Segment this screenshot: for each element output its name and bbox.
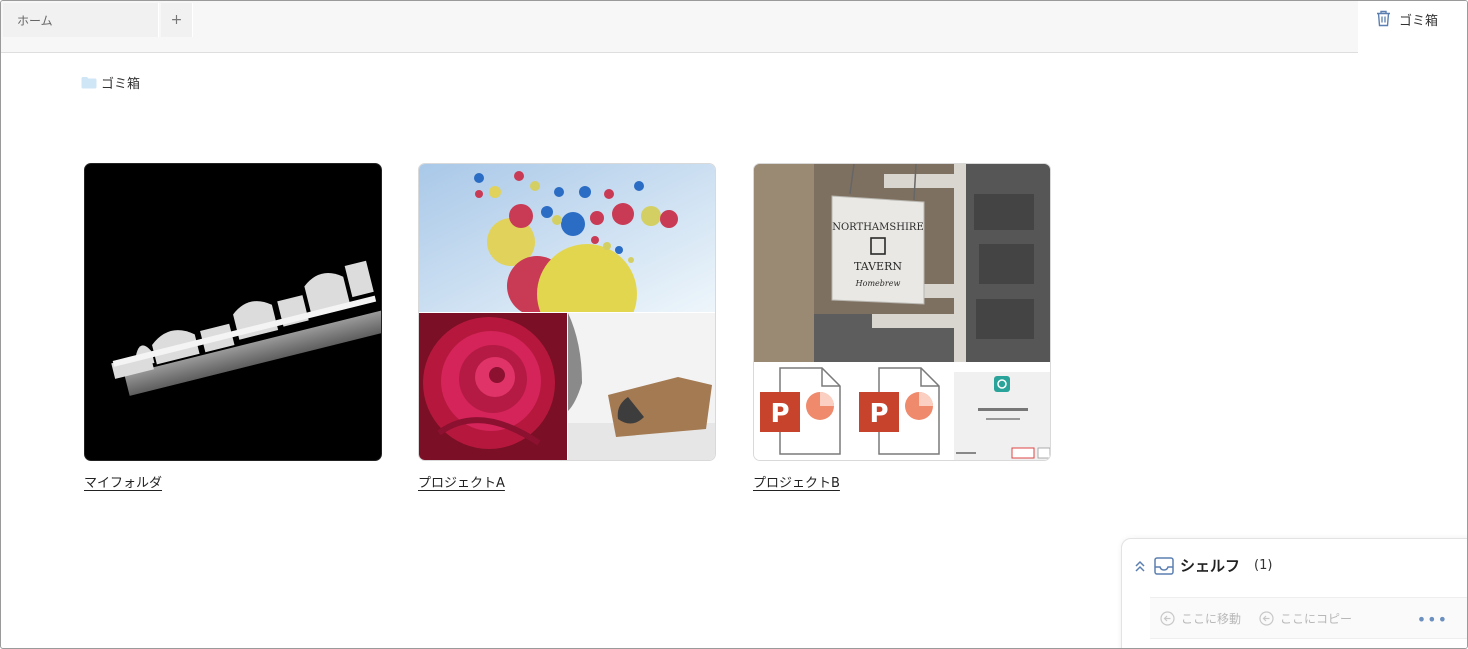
folder-name[interactable]: マイフォルダ: [84, 472, 162, 491]
folder-card-my-folder[interactable]: マイフォルダ: [84, 163, 382, 491]
app-window: ホーム + ゴミ箱 ゴミ箱 マイフォルダ プロジェクトA NORTHAMSHIR…: [0, 0, 1468, 649]
copy-here-label: ここにコピー: [1280, 611, 1353, 626]
sign-text-3: Homebrew: [855, 279, 901, 288]
folder-name[interactable]: プロジェクトA: [418, 472, 505, 491]
folder-card-project-b[interactable]: NORTHAMSHIRE TAVERN Homebrew P P プロジェクトB: [753, 163, 1051, 491]
trash-icon: [1377, 10, 1390, 27]
add-tab-button[interactable]: +: [161, 3, 193, 37]
arrow-left-circle-icon: [1259, 610, 1274, 626]
tab-home[interactable]: ホーム: [3, 3, 159, 37]
rose-image: [419, 313, 567, 460]
sign-text-1: NORTHAMSHIRE: [832, 222, 924, 233]
breadcrumb: ゴミ箱: [81, 73, 140, 92]
folder-thumbnail[interactable]: [418, 163, 716, 461]
folder-card-project-a[interactable]: プロジェクトA: [418, 163, 716, 491]
more-options-icon[interactable]: •••: [1417, 610, 1448, 629]
folder-icon: [81, 77, 97, 89]
add-tab-label: +: [170, 12, 183, 28]
move-here-label: ここに移動: [1181, 611, 1242, 626]
tab-home-label: ホーム: [17, 13, 53, 28]
tab-bar: ホーム + ゴミ箱: [1, 1, 1467, 53]
ppt-letter: P: [869, 399, 888, 429]
copy-here-button[interactable]: ここにコピー: [1259, 610, 1352, 627]
chevron-double-up-icon[interactable]: [1134, 559, 1146, 573]
move-here-button[interactable]: ここに移動: [1160, 610, 1241, 627]
powerpoint-file-icon: P: [760, 367, 841, 455]
inbox-tray-icon: [1154, 556, 1174, 575]
tab-trash-label: ゴミ箱: [1399, 14, 1439, 29]
powerpoint-file-icon: P: [859, 367, 940, 455]
balloons-image: [419, 164, 715, 312]
folder-thumbnail[interactable]: NORTHAMSHIRE TAVERN Homebrew P P: [753, 163, 1051, 461]
shelf-actions: ここに移動 ここにコピー •••: [1150, 597, 1467, 639]
sign-text-2: TAVERN: [854, 260, 902, 273]
dialog-screenshot-image: [954, 372, 1050, 460]
shelf-header[interactable]: シェルフ (1): [1134, 555, 1272, 576]
arrow-left-circle-icon: [1160, 610, 1175, 626]
tavern-sign-image: NORTHAMSHIRE TAVERN Homebrew: [754, 164, 1050, 362]
3d-text-image: [111, 260, 381, 396]
breadcrumb-label[interactable]: ゴミ箱: [101, 73, 140, 92]
folder-name[interactable]: プロジェクトB: [753, 472, 840, 491]
tab-trash[interactable]: ゴミ箱: [1358, 1, 1467, 53]
file-previews: P P: [754, 362, 1050, 460]
shelf-title: シェルフ: [1180, 557, 1241, 575]
shelf-count: (1): [1254, 558, 1273, 573]
folder-thumbnail[interactable]: [84, 163, 382, 461]
shelf-panel: シェルフ (1) ここに移動 ここにコピー •••: [1121, 538, 1467, 648]
cat-in-bag-image: [568, 313, 715, 460]
ppt-letter: P: [770, 399, 789, 429]
